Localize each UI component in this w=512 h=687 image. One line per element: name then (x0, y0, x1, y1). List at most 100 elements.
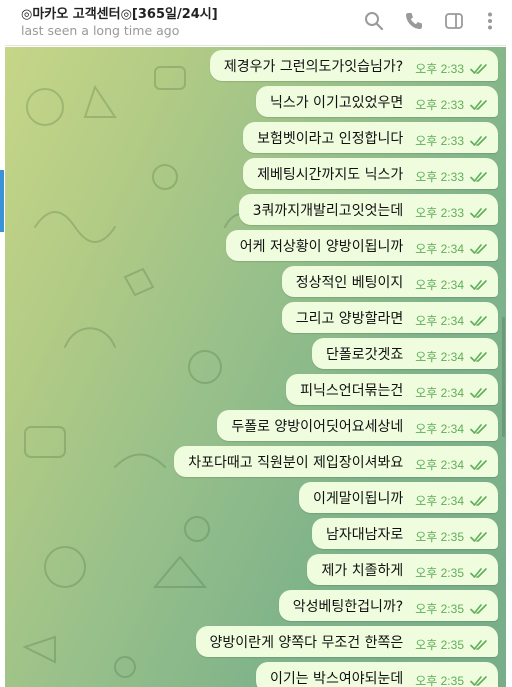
sidebar-panel-icon[interactable] (443, 10, 465, 32)
chat-message-area[interactable]: 제경우가 그런의도가잇습님가? 오후 2:33 닉스가 이기고있었우면 오후 2:33… (5, 47, 506, 687)
message-bubble[interactable]: 닉스가 이기고있었우면 오후 2:33 (255, 86, 498, 117)
message-time: 오후 2:33 (415, 98, 464, 112)
double-check-icon (470, 639, 488, 651)
message-meta: 오후 2:33 (415, 204, 488, 221)
message-text: 닉스가 이기고있었우면 (269, 94, 404, 111)
message-meta: 오후 2:34 (415, 420, 488, 437)
message-meta: 오후 2:34 (415, 240, 488, 257)
double-check-icon (470, 531, 488, 543)
message-time: 오후 2:34 (415, 386, 464, 400)
message-time: 오후 2:35 (415, 674, 464, 687)
message-meta: 오후 2:35 (415, 600, 488, 617)
message-text: 이기는 박스여야되눈데 (269, 670, 404, 687)
double-check-icon (470, 387, 488, 399)
double-check-icon (470, 99, 488, 111)
more-vert-icon[interactable] (479, 10, 501, 32)
message-time: 오후 2:35 (415, 530, 464, 544)
message-time: 오후 2:33 (415, 62, 464, 76)
double-check-icon (470, 135, 488, 147)
double-check-icon (470, 603, 488, 615)
message-bubble[interactable]: 제경우가 그런의도가잇습님가? 오후 2:33 (209, 50, 498, 81)
message-time: 오후 2:33 (415, 170, 464, 184)
double-check-icon (470, 423, 488, 435)
message-bubble[interactable]: 제가 치졸하게 오후 2:35 (307, 554, 498, 585)
message-time: 오후 2:35 (415, 638, 464, 652)
double-check-icon (470, 315, 488, 327)
message-time: 오후 2:35 (415, 566, 464, 580)
message-text: 차포다때고 직원분이 제입장이셔봐요 (188, 454, 404, 471)
message-time: 오후 2:33 (415, 134, 464, 148)
chat-header: ◎마카오 고객센터◎[365일/24시] last seen a long ti… (5, 0, 506, 46)
message-time: 오후 2:34 (415, 422, 464, 436)
message-bubble[interactable]: 정상적인 베팅이지 오후 2:34 (281, 266, 498, 297)
double-check-icon (470, 567, 488, 579)
message-meta: 오후 2:33 (415, 132, 488, 149)
message-bubble[interactable]: 차포다때고 직원분이 제입장이셔봐요 오후 2:34 (174, 446, 498, 477)
message-bubble[interactable]: 양방이란게 양쪽다 무조건 한쪽은 오후 2:35 (195, 626, 498, 657)
message-text: 3쿼까지개발리고잇엇는데 (252, 202, 404, 219)
message-meta: 오후 2:35 (415, 528, 488, 545)
message-text: 두폴로 양방이어딧어요세상네 (231, 418, 404, 435)
double-check-icon (470, 207, 488, 219)
active-chat-indicator (0, 170, 4, 232)
message-bubble[interactable]: 어케 저상황이 양방이됩니까 오후 2:34 (225, 230, 498, 261)
message-bubble[interactable]: 악성베팅한겁니까? 오후 2:35 (278, 590, 498, 621)
double-check-icon (470, 459, 488, 471)
message-text: 이게말이됩니까 (313, 490, 404, 507)
message-time: 오후 2:34 (415, 458, 464, 472)
message-meta: 오후 2:35 (415, 564, 488, 581)
message-text: 양방이란게 양쪽다 무조건 한쪽은 (209, 634, 404, 651)
search-icon[interactable] (363, 10, 385, 32)
message-meta: 오후 2:33 (415, 168, 488, 185)
message-meta: 오후 2:33 (415, 96, 488, 113)
message-meta: 오후 2:34 (415, 276, 488, 293)
message-time: 오후 2:34 (415, 350, 464, 364)
chat-last-seen-status: last seen a long time ago (21, 23, 180, 38)
double-check-icon (470, 675, 488, 687)
message-meta: 오후 2:35 (415, 636, 488, 653)
message-bubble[interactable]: 보험벳이라고 인정합니다 오후 2:33 (243, 122, 498, 153)
message-bubble[interactable]: 이기는 박스여야되눈데 오후 2:35 (255, 662, 498, 687)
double-check-icon (470, 495, 488, 507)
message-meta: 오후 2:33 (415, 60, 488, 77)
message-text: 어케 저상황이 양방이됩니까 (239, 238, 404, 255)
double-check-icon (470, 243, 488, 255)
message-text: 제베팅시간까지도 닉스가 (257, 166, 404, 183)
message-text: 남자대남자로 (325, 526, 404, 543)
message-bubble[interactable]: 이게말이됩니까 오후 2:34 (299, 482, 498, 513)
message-text: 보험벳이라고 인정합니다 (257, 130, 404, 147)
message-bubble[interactable]: 피닉스언더묶는건 오후 2:34 (286, 374, 498, 405)
chat-scrollbar[interactable] (502, 317, 505, 437)
message-meta: 오후 2:34 (415, 312, 488, 329)
double-check-icon (470, 171, 488, 183)
message-time: 오후 2:33 (415, 206, 464, 220)
message-bubble[interactable]: 3쿼까지개발리고잇엇는데 오후 2:33 (238, 194, 498, 225)
message-meta: 오후 2:35 (415, 672, 488, 687)
message-bubble[interactable]: 제베팅시간까지도 닉스가 오후 2:33 (243, 158, 498, 189)
message-time: 오후 2:35 (415, 602, 464, 616)
message-text: 피닉스언더묶는건 (300, 382, 404, 399)
message-text: 단폴로갓겟죠 (325, 346, 404, 363)
right-window-edge (506, 0, 512, 687)
message-meta: 오후 2:34 (415, 348, 488, 365)
message-text: 그리고 양방할라면 (295, 310, 404, 327)
message-meta: 오후 2:34 (415, 456, 488, 473)
message-time: 오후 2:34 (415, 278, 464, 292)
double-check-icon (470, 351, 488, 363)
message-bubble[interactable]: 단폴로갓겟죠 오후 2:34 (311, 338, 498, 369)
double-check-icon (470, 279, 488, 291)
message-text: 제가 치졸하게 (321, 562, 404, 579)
message-meta: 오후 2:34 (415, 384, 488, 401)
message-text: 정상적인 베팅이지 (295, 274, 404, 291)
message-text: 제경우가 그런의도가잇습님가? (223, 58, 404, 75)
message-meta: 오후 2:34 (415, 492, 488, 509)
phone-icon[interactable] (403, 10, 425, 32)
message-bubble[interactable]: 그리고 양방할라면 오후 2:34 (281, 302, 498, 333)
message-time: 오후 2:34 (415, 314, 464, 328)
double-check-icon (470, 63, 488, 75)
chat-title[interactable]: ◎마카오 고객센터◎[365일/24시] (21, 3, 218, 22)
message-time: 오후 2:34 (415, 242, 464, 256)
message-bubble[interactable]: 두폴로 양방이어딧어요세상네 오후 2:34 (217, 410, 498, 441)
message-text: 악성베팅한겁니까? (292, 598, 404, 615)
message-bubble[interactable]: 남자대남자로 오후 2:35 (311, 518, 498, 549)
